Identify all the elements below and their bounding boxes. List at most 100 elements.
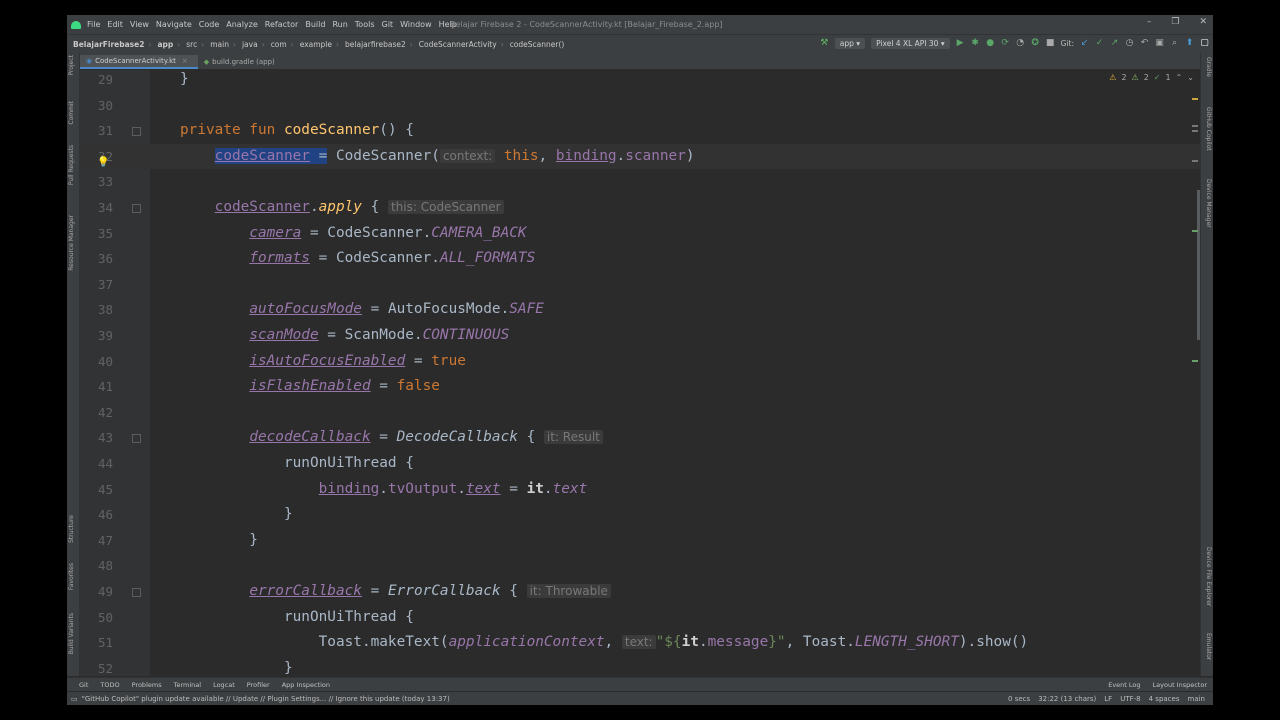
code-line: 48 xyxy=(80,553,1200,579)
menu-refactor[interactable]: Refactor xyxy=(265,20,299,29)
menu-analyze[interactable]: Analyze xyxy=(226,20,258,29)
stop-icon[interactable]: ■ xyxy=(1046,39,1055,48)
fold-icon[interactable] xyxy=(132,127,141,137)
menu-navigate[interactable]: Navigate xyxy=(156,20,192,29)
search-icon[interactable]: ⌕ xyxy=(1170,39,1179,48)
layout-icon[interactable]: ▢ xyxy=(1200,39,1209,48)
git-commit-icon[interactable]: ✓ xyxy=(1095,39,1104,48)
line-number: 34 xyxy=(97,200,113,215)
tool-device-file-explorer[interactable]: Device File Explorer xyxy=(1205,547,1212,606)
history-icon[interactable]: ◷ xyxy=(1125,39,1134,48)
fold-icon[interactable] xyxy=(132,588,141,597)
breadcrumb-package[interactable]: belajarfirebase2 xyxy=(345,40,406,49)
tool-resource-manager[interactable]: Resource Manager xyxy=(68,215,75,271)
line-number: 45 xyxy=(97,481,113,497)
tool-device-manager[interactable]: Device Manager xyxy=(1205,179,1212,228)
close-tab-icon[interactable]: × xyxy=(182,57,188,65)
restore-icon[interactable]: ❐ xyxy=(1171,17,1179,27)
menu-view[interactable]: View xyxy=(130,20,149,29)
code-line: 51 Toast.makeText(applicationContext, te… xyxy=(80,630,1200,656)
fold-icon[interactable] xyxy=(132,204,141,213)
device-dropdown[interactable]: Pixel 4 XL API 30 ▾ xyxy=(871,38,950,49)
breadcrumb-module[interactable]: app xyxy=(157,40,173,49)
git-update-icon[interactable]: ↙ xyxy=(1080,39,1089,48)
menu-code[interactable]: Code xyxy=(199,20,219,29)
code-line: 42 xyxy=(80,400,1200,426)
git-branch[interactable]: main xyxy=(1188,695,1206,703)
tool-git[interactable]: Git xyxy=(79,681,88,689)
error-stripe-marker[interactable] xyxy=(1192,125,1198,127)
code-editor[interactable]: ⚠ 2 ⚠ 2 ✓ 1 ⌃ ⌄ 29} 30 31 private fun codeSc… xyxy=(80,70,1200,676)
tool-app-inspection[interactable]: App Inspection xyxy=(282,681,330,689)
menu-window[interactable]: Window xyxy=(400,20,432,29)
tool-logcat[interactable]: Logcat xyxy=(213,681,235,689)
profile-icon[interactable]: ◔ xyxy=(1016,39,1025,48)
tool-emulator[interactable]: Emulator xyxy=(1205,633,1212,660)
line-number: 37 xyxy=(97,276,113,292)
line-number: 48 xyxy=(97,558,113,574)
tool-build-variants[interactable]: Build Variants xyxy=(68,613,75,654)
tool-project[interactable]: Project xyxy=(68,55,75,76)
tool-layout-inspector[interactable]: Layout Inspector xyxy=(1153,681,1207,689)
indent-setting[interactable]: 4 spaces xyxy=(1149,695,1180,703)
tool-terminal[interactable]: Terminal xyxy=(174,681,201,689)
tool-event-log[interactable]: Event Log xyxy=(1108,681,1140,689)
hammer-icon[interactable]: ⚒ xyxy=(820,39,829,48)
device-label: Pixel 4 XL API 30 xyxy=(876,39,939,48)
status-message[interactable]: "GitHub Copilot" plugin update available… xyxy=(82,695,450,703)
breadcrumb-class[interactable]: CodeScannerActivity xyxy=(419,40,497,49)
error-stripe-marker[interactable] xyxy=(1192,130,1198,132)
caret-position[interactable]: 32:22 (13 chars) xyxy=(1038,695,1096,703)
tool-github-copilot[interactable]: GitHub Copilot xyxy=(1205,107,1212,151)
tool-favorites[interactable]: Favorites xyxy=(68,563,75,590)
tool-profiler[interactable]: Profiler xyxy=(247,681,270,689)
rollback-icon[interactable]: ↶ xyxy=(1140,39,1149,48)
tool-commit[interactable]: Commit xyxy=(68,101,75,125)
error-stripe-marker[interactable] xyxy=(1192,360,1198,362)
line-number: 39 xyxy=(97,328,113,343)
tool-gradle[interactable]: Gradle xyxy=(1205,57,1212,77)
android-icon[interactable]: ● xyxy=(986,39,995,48)
sdk-manager-icon[interactable]: ▣ xyxy=(1155,39,1164,48)
run-icon[interactable]: ▶ xyxy=(956,39,965,48)
breadcrumb-function[interactable]: codeScanner() xyxy=(510,40,565,49)
run-config-dropdown[interactable]: app ▾ xyxy=(834,38,866,49)
breadcrumb-example[interactable]: example xyxy=(300,40,332,49)
update-icon[interactable]: ⬆ xyxy=(1185,39,1194,48)
breadcrumb-src[interactable]: src xyxy=(186,40,197,49)
menu-git[interactable]: Git xyxy=(382,20,394,29)
file-encoding[interactable]: UTF-8 xyxy=(1120,695,1140,703)
breadcrumb-com[interactable]: com xyxy=(271,40,287,49)
attach-debugger-icon[interactable]: ✪ xyxy=(1031,39,1040,48)
debug-icon[interactable]: ✱ xyxy=(971,39,980,48)
tab-codescanneractivity[interactable]: ◉ CodeScannerActivity.kt × xyxy=(80,55,198,69)
menu-build[interactable]: Build xyxy=(305,20,325,29)
tool-pull-requests[interactable]: Pull Requests xyxy=(68,145,75,185)
close-icon[interactable]: ✕ xyxy=(1199,17,1207,27)
line-number: 44 xyxy=(97,456,113,471)
fold-icon[interactable] xyxy=(132,434,141,444)
menu-edit[interactable]: Edit xyxy=(107,20,123,29)
gradle-file-icon: ◆ xyxy=(203,58,210,66)
code-line: 36 formats = CodeScanner.ALL_FORMATS xyxy=(80,246,1200,272)
git-push-icon[interactable]: ↗ xyxy=(1110,39,1119,48)
tab-build-gradle[interactable]: ◆ build.gradle (app) xyxy=(198,55,285,69)
menu-run[interactable]: Run xyxy=(332,20,347,29)
tool-problems[interactable]: Problems xyxy=(132,681,162,689)
minimize-icon[interactable]: – xyxy=(1147,17,1152,27)
menu-tools[interactable]: Tools xyxy=(355,20,375,29)
breadcrumb-java[interactable]: java xyxy=(242,40,258,49)
tool-structure[interactable]: Structure xyxy=(68,515,75,543)
code-line: 30 xyxy=(80,93,1200,119)
breadcrumb-main[interactable]: main xyxy=(210,40,229,49)
apply-changes-icon[interactable]: ⟳ xyxy=(1001,39,1010,48)
error-stripe-marker[interactable] xyxy=(1192,230,1198,232)
error-stripe-marker[interactable] xyxy=(1192,98,1198,100)
line-separator[interactable]: LF xyxy=(1104,695,1112,703)
breadcrumb-project[interactable]: BelajarFirebase2 xyxy=(73,40,144,49)
code-line: 45 binding.tvOutput.text = it.text xyxy=(80,477,1200,503)
tool-todo[interactable]: TODO xyxy=(100,681,119,689)
vertical-scrollbar[interactable] xyxy=(1197,190,1200,340)
menu-file[interactable]: File xyxy=(87,20,100,29)
error-stripe-marker[interactable] xyxy=(1192,160,1198,162)
